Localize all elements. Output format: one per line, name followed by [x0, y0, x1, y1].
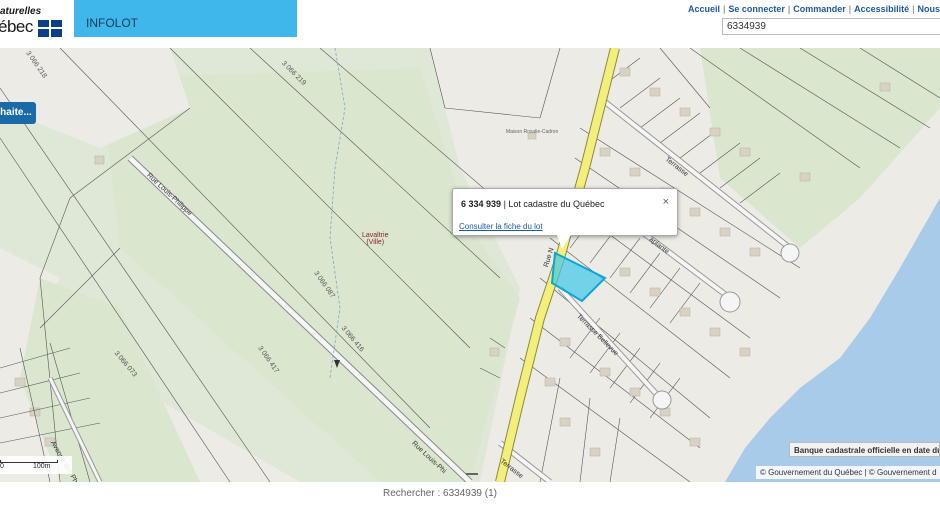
- app-title: INFOLOT: [86, 16, 139, 30]
- green-area: [700, 48, 940, 248]
- quebec-flag-icon: [38, 20, 62, 37]
- header: aturelles ébec INFOLOT Accueil | Se connec…: [0, 0, 940, 48]
- banque-label: Banque cadastrale officielle en date du: [789, 442, 940, 457]
- popup-lot-number: 6 334 939: [461, 199, 502, 209]
- scale-max: 100m: [33, 463, 51, 470]
- app-title-band: INFOLOT: [74, 0, 297, 37]
- consult-lot-link[interactable]: Consulter la fiche du lot: [459, 222, 543, 231]
- close-icon[interactable]: ×: [663, 196, 669, 208]
- poi-label: Maison Rosalie-Cadron: [506, 129, 559, 135]
- map-view[interactable]: haite... 3 066 218 3 066 219 3 066 087 3…: [0, 48, 940, 482]
- logo-line1: aturelles: [0, 6, 42, 17]
- scale-bar: 0 100m: [0, 456, 72, 474]
- nav-se-connecter[interactable]: Se connecter: [728, 4, 785, 14]
- nav-accueil[interactable]: Accueil: [688, 4, 720, 14]
- zoom-handle[interactable]: [466, 473, 478, 475]
- je-souhaite-button[interactable]: haite...: [0, 102, 36, 124]
- place-label: Lavaltrie (Ville): [362, 232, 389, 246]
- lot-popup: 6 334 939 | Lot cadastre du Québec Consu…: [452, 188, 678, 249]
- popup-tail: [557, 235, 571, 249]
- nav-commander[interactable]: Commander: [793, 4, 846, 14]
- map-canvas: [0, 48, 940, 482]
- search-result: Rechercher : 6334939 (1): [383, 488, 497, 499]
- top-nav: Accueil | Se connecter | Commander | Accessibi…: [688, 4, 940, 14]
- footer: Rechercher : 6334939 (1): [0, 482, 940, 506]
- search-input[interactable]: 6334939: [722, 18, 940, 35]
- logo-line2: ébec: [0, 17, 33, 36]
- popup-title: 6 334 939 | Lot cadastre du Québec: [461, 199, 604, 209]
- copyright: © Gouvernement du Québec | © Gouvernemen…: [756, 466, 940, 479]
- quebec-logo[interactable]: aturelles ébec: [0, 0, 72, 44]
- popup-lot-type: | Lot cadastre du Québec: [503, 199, 605, 209]
- nav-accessibilite[interactable]: Accessibilité: [854, 4, 909, 14]
- nav-nous[interactable]: Nous: [918, 4, 940, 14]
- scale-zero: 0: [0, 463, 4, 470]
